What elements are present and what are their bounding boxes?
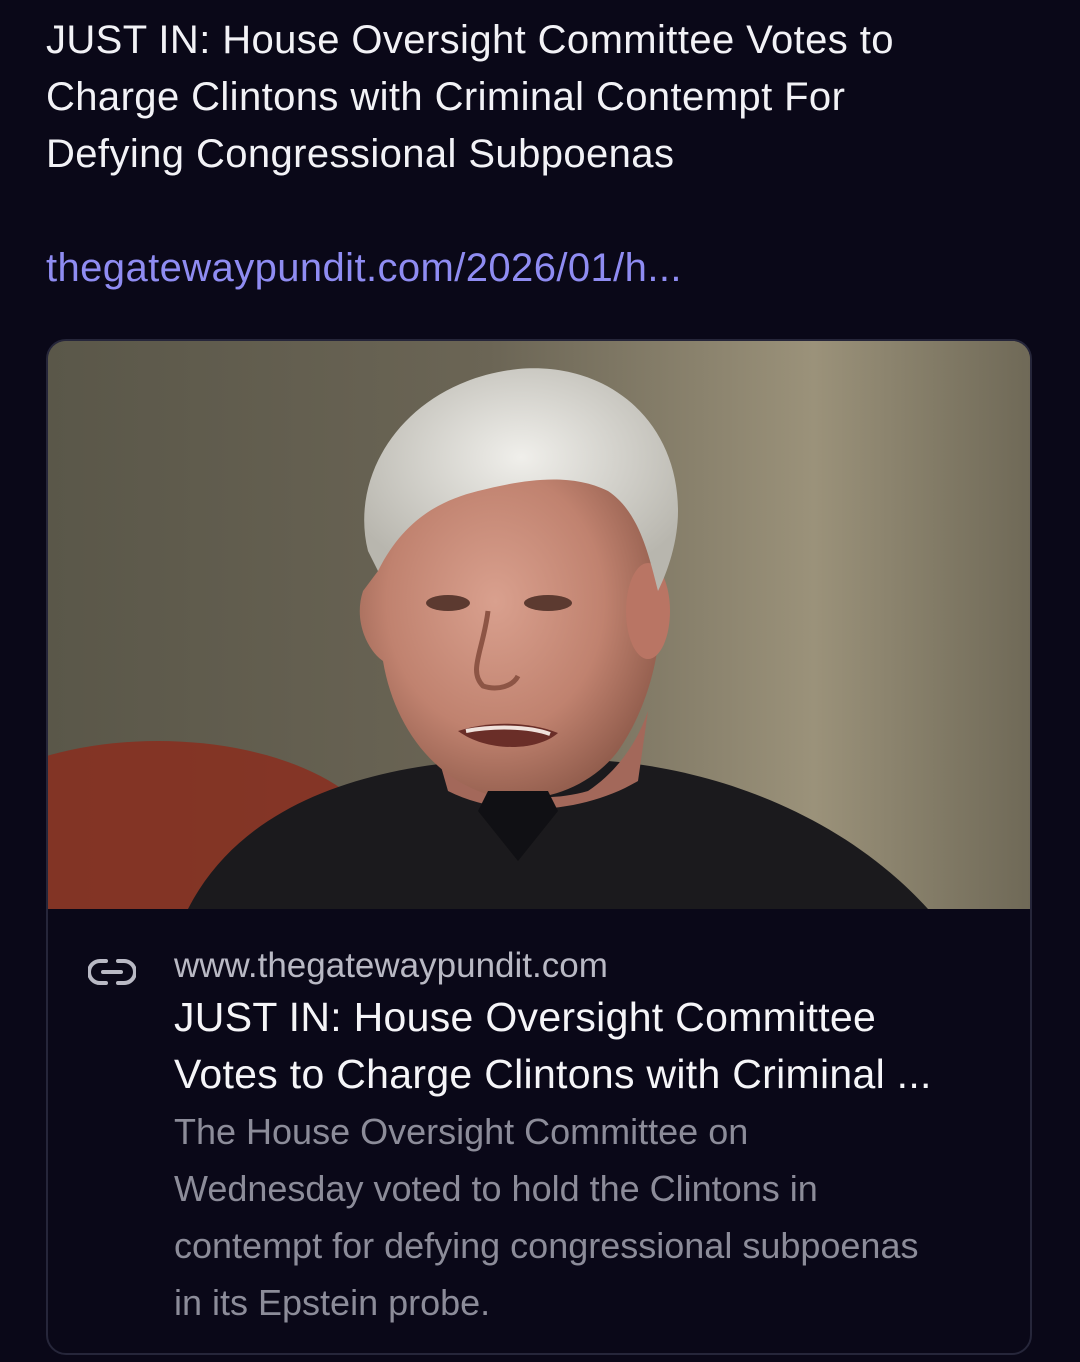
- link-preview-card[interactable]: www.thegatewaypundit.com JUST IN: House …: [46, 339, 1032, 1355]
- card-description: The House Oversight Committee on Wednesd…: [174, 1111, 919, 1323]
- preview-image[interactable]: [48, 341, 1030, 909]
- post-link[interactable]: thegatewaypundit.com/2026/01/h...: [46, 240, 682, 297]
- card-body[interactable]: www.thegatewaypundit.com JUST IN: House …: [48, 909, 1030, 1353]
- card-title-line-1: JUST IN: House Oversight Committee: [174, 994, 877, 1040]
- card-domain: www.thegatewaypundit.com: [174, 946, 608, 985]
- card-title-line-2: Votes to Charge Clintons with Criminal .…: [174, 1051, 932, 1097]
- post-text: JUST IN: House Oversight Committee Votes…: [46, 18, 894, 176]
- link-icon: [88, 959, 136, 985]
- card-title: JUST IN: House Oversight Committee Votes…: [174, 989, 1004, 1103]
